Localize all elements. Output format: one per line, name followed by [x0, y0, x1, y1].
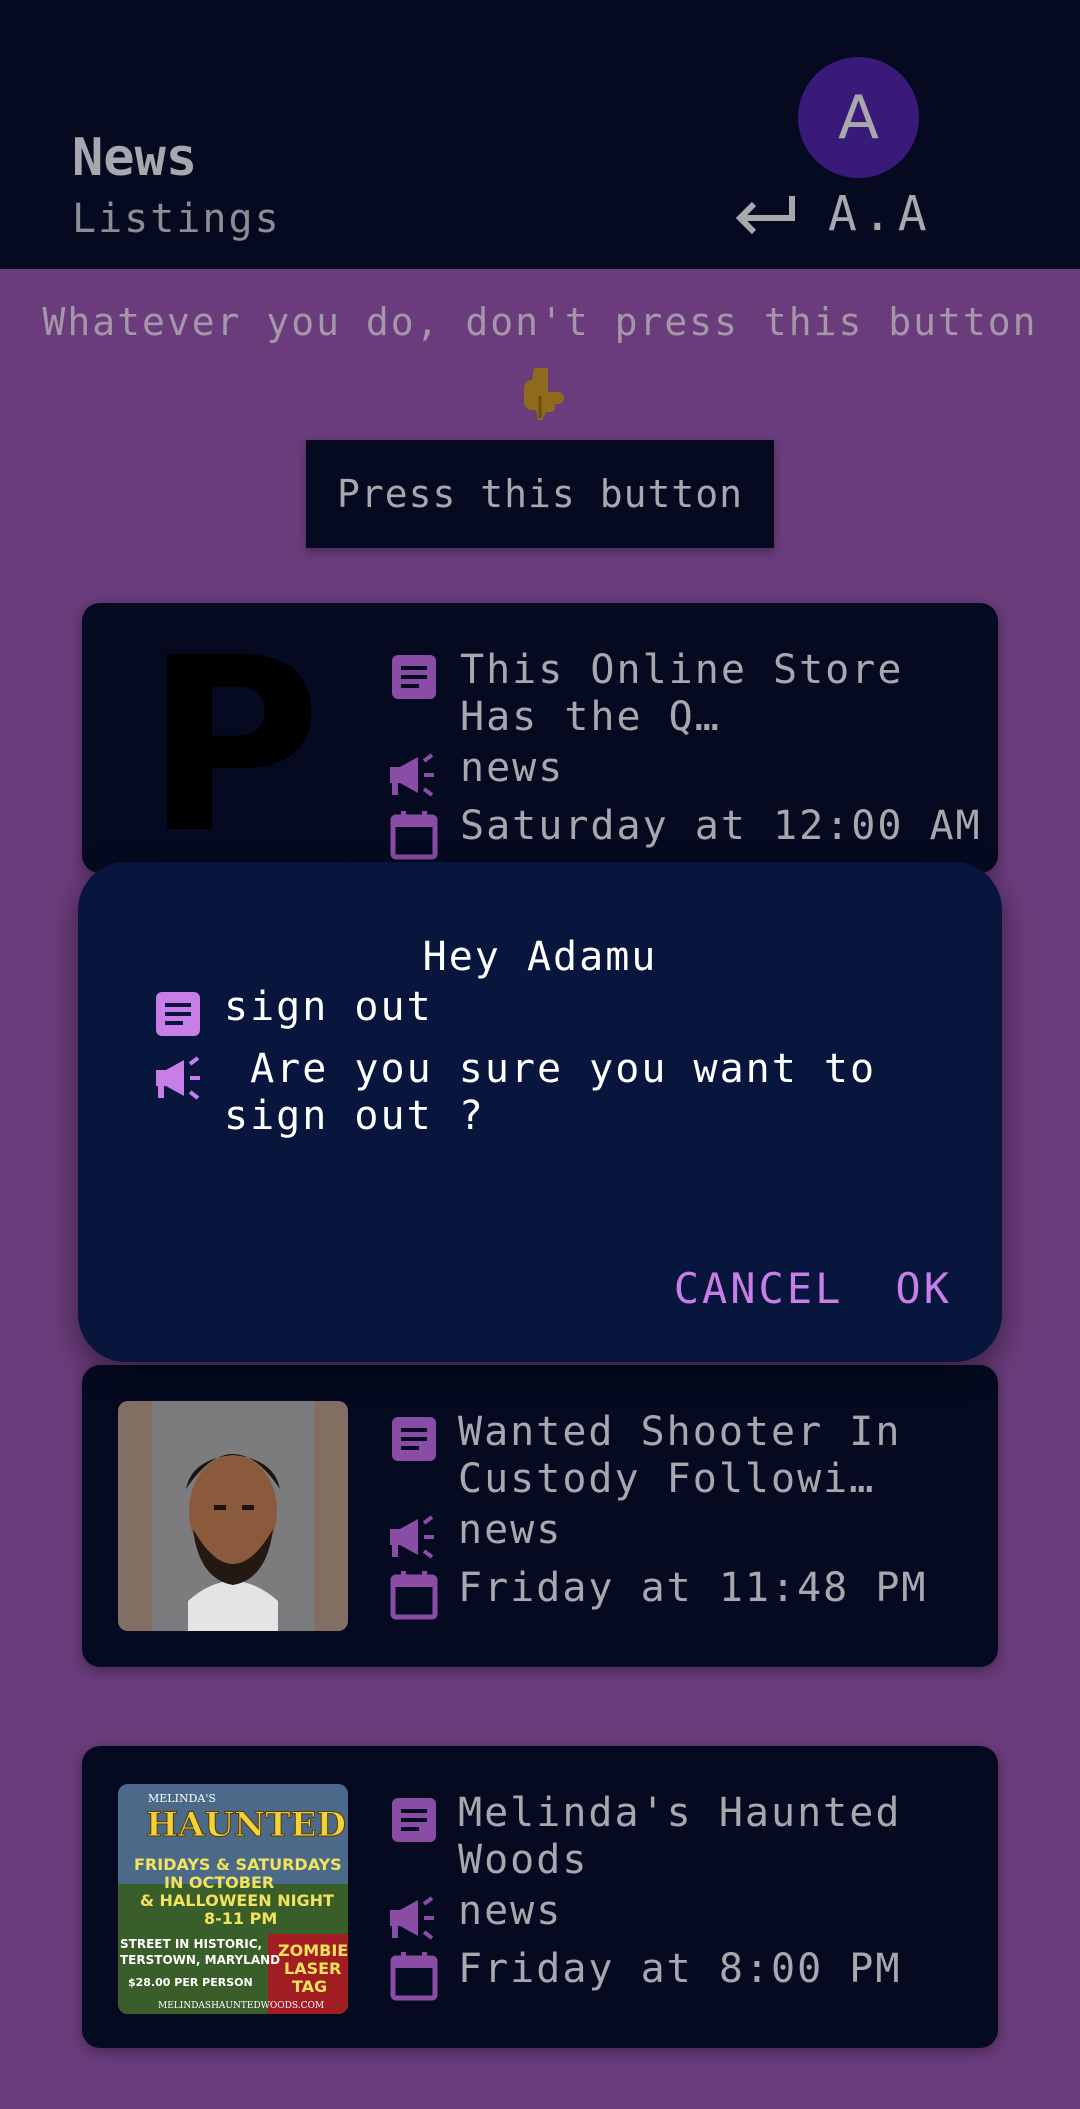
dialog-message: Are you sure you want to sign out ?	[224, 1046, 903, 1139]
card-category: news	[458, 1888, 563, 1934]
poster-text: MELINDASHAUNTEDWOODS.COM	[158, 2001, 324, 2011]
megaphone-icon	[390, 1515, 434, 1559]
calendar-icon	[390, 1952, 438, 2001]
poster-text: ZOMBIE	[278, 1941, 348, 1960]
poster-text: MELINDA'S	[148, 1792, 216, 1805]
card-thumbnail: MELINDA'S HAUNTED W FRIDAYS & SATURDAYS …	[118, 1784, 348, 2014]
signout-arrow-icon[interactable]	[732, 192, 796, 236]
haunted-woods-poster: MELINDA'S HAUNTED W FRIDAYS & SATURDAYS …	[118, 1784, 348, 2014]
dialog-heading: sign out	[224, 984, 433, 1030]
poster-text: $28.00 PER PERSON	[128, 1976, 253, 1989]
article-icon	[156, 992, 200, 1036]
poster-text: LASER	[284, 1959, 341, 1978]
press-this-button[interactable]: Press this button	[306, 440, 774, 548]
card-title: Melinda's Haunted Woods	[458, 1790, 902, 1883]
pointing-down-icon	[524, 368, 564, 420]
page-subtitle: Listings	[72, 196, 281, 242]
app-header: News Listings A A.A	[0, 0, 1080, 269]
news-card[interactable]: Wanted Shooter In Custody Followi… news …	[82, 1365, 998, 1667]
signout-dialog: Hey Adamu sign out Are you sure you want…	[78, 862, 1002, 1362]
ok-button[interactable]: OK	[895, 1264, 952, 1313]
avatar[interactable]: A	[798, 57, 919, 178]
dialog-greeting: Hey Adamu	[422, 934, 658, 980]
megaphone-icon	[390, 1896, 434, 1940]
dialog-actions: CANCEL OK	[674, 1264, 952, 1313]
card-category: news	[460, 745, 565, 791]
news-card[interactable]: MELINDA'S HAUNTED W FRIDAYS & SATURDAYS …	[82, 1746, 998, 2048]
poster-text: STREET IN HISTORIC,	[120, 1937, 262, 1951]
poster-text: 8-11 PM	[204, 1909, 277, 1928]
page-title: News	[72, 128, 198, 188]
poster-text: TAG	[292, 1977, 327, 1996]
card-date: Saturday at 12:00 AM	[460, 803, 982, 849]
poster-text: & HALLOWEEN NIGHT	[140, 1891, 334, 1910]
mugshot-photo	[118, 1401, 348, 1631]
poster-text: TERSTOWN, MARYLAND	[120, 1953, 280, 1967]
card-title: Wanted Shooter In Custody Followi…	[458, 1409, 902, 1502]
calendar-icon	[390, 811, 438, 860]
card-category: news	[458, 1507, 563, 1553]
card-date: Friday at 11:48 PM	[458, 1565, 928, 1611]
cancel-button[interactable]: CANCEL	[674, 1264, 844, 1313]
article-icon	[392, 1798, 436, 1842]
card-title: This Online Store Has the Q…	[460, 647, 904, 740]
megaphone-icon	[390, 753, 434, 797]
card-thumbnail: P	[118, 631, 348, 861]
card-date: Friday at 8:00 PM	[458, 1946, 902, 1992]
poster-text: FRIDAYS & SATURDAYS	[134, 1855, 342, 1874]
calendar-icon	[390, 1571, 438, 1620]
news-card[interactable]: P This Online Store Has the Q… news Satu…	[82, 603, 998, 873]
article-icon	[392, 1417, 436, 1461]
megaphone-icon	[156, 1056, 200, 1100]
warning-text: Whatever you do, don't press this button	[42, 300, 1038, 344]
poster-text: IN OCTOBER	[164, 1873, 274, 1892]
user-initials: A.A	[828, 186, 933, 242]
article-icon	[392, 655, 436, 699]
poster-text: HAUNTED W	[146, 1805, 348, 1845]
card-thumbnail	[118, 1401, 348, 1631]
